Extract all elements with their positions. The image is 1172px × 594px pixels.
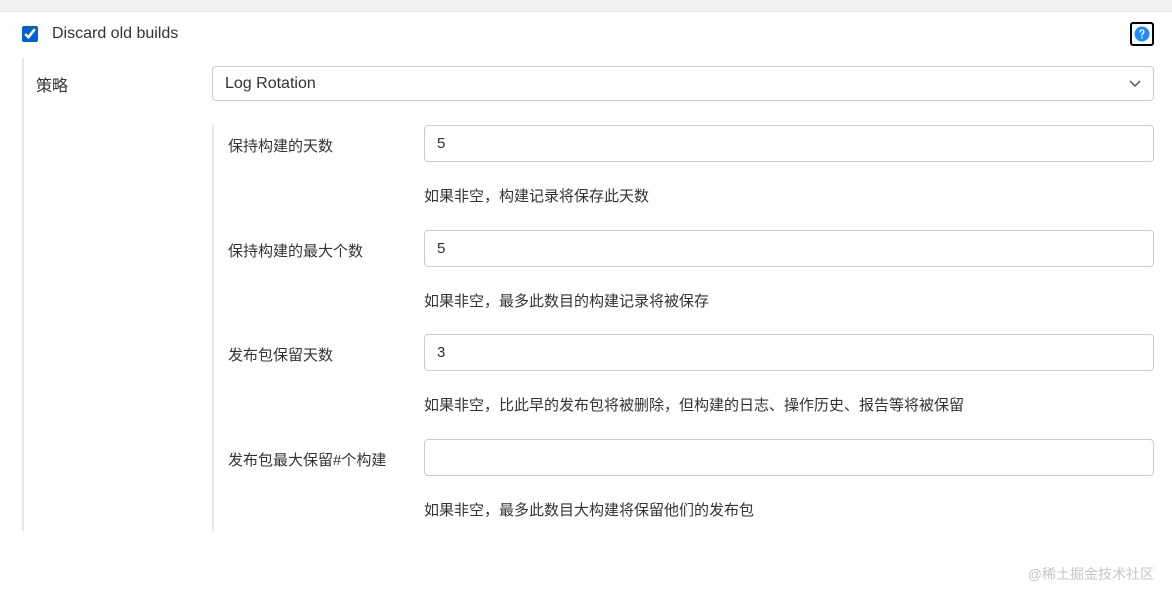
- input-max-builds[interactable]: [424, 230, 1154, 267]
- config-content: 策略 Log Rotation 保持构建的天数 如果非空，构建记录将保存此天数 …: [0, 58, 1172, 551]
- help-days-to-keep: 如果非空，构建记录将保存此天数: [424, 184, 1154, 210]
- field-label-days-to-keep: 保持构建的天数: [228, 125, 424, 210]
- field-artifact-max: 发布包最大保留#个构建 如果非空，最多此数目大构建将保留他们的发布包: [228, 439, 1154, 524]
- discard-old-builds-label: Discard old builds: [52, 25, 1130, 43]
- field-label-artifact-days: 发布包保留天数: [228, 334, 424, 419]
- nested-fields: 保持构建的天数 如果非空，构建记录将保存此天数 保持构建的最大个数 如果非空，最…: [212, 125, 1154, 531]
- watermark: @稀土掘金技术社区: [1028, 564, 1154, 584]
- field-label-artifact-max: 发布包最大保留#个构建: [228, 439, 424, 524]
- help-icon[interactable]: [1130, 22, 1154, 46]
- help-artifact-max: 如果非空，最多此数目大构建将保留他们的发布包: [424, 498, 1154, 524]
- field-max-builds: 保持构建的最大个数 如果非空，最多此数目的构建记录将被保存: [228, 230, 1154, 315]
- discard-old-builds-checkbox[interactable]: [22, 26, 38, 42]
- field-days-to-keep: 保持构建的天数 如果非空，构建记录将保存此天数: [228, 125, 1154, 210]
- field-label-max-builds: 保持构建的最大个数: [228, 230, 424, 315]
- input-artifact-days[interactable]: [424, 334, 1154, 371]
- strategy-label: 策略: [36, 58, 212, 531]
- help-max-builds: 如果非空，最多此数目的构建记录将被保存: [424, 289, 1154, 315]
- field-artifact-days: 发布包保留天数 如果非空，比此早的发布包将被删除，但构建的日志、操作历史、报告等…: [228, 334, 1154, 419]
- section-border: [22, 58, 24, 531]
- help-artifact-days: 如果非空，比此早的发布包将被删除，但构建的日志、操作历史、报告等将被保留: [424, 393, 1154, 419]
- nested-border: [212, 125, 214, 531]
- discard-builds-header: Discard old builds: [0, 12, 1172, 58]
- form-area: Log Rotation 保持构建的天数 如果非空，构建记录将保存此天数 保持构…: [212, 58, 1154, 531]
- strategy-select[interactable]: Log Rotation: [212, 66, 1154, 101]
- nested-content: 保持构建的天数 如果非空，构建记录将保存此天数 保持构建的最大个数 如果非空，最…: [228, 125, 1154, 531]
- top-bar: [0, 0, 1172, 12]
- input-artifact-max[interactable]: [424, 439, 1154, 476]
- input-days-to-keep[interactable]: [424, 125, 1154, 162]
